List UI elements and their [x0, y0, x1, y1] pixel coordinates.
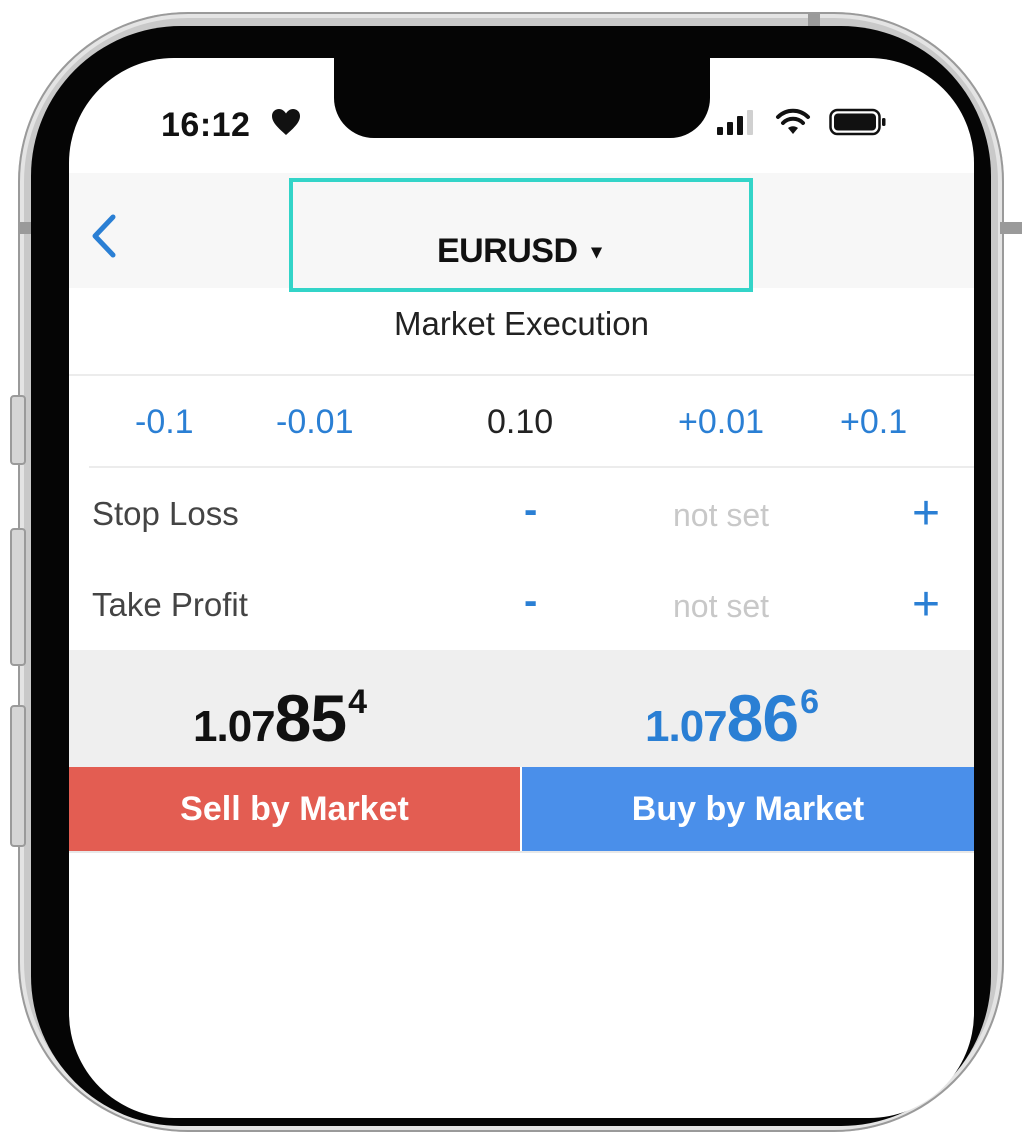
volume-up-button [10, 528, 26, 666]
volume-increase-small-button[interactable]: +0.01 [678, 403, 764, 442]
nav-bar: EURUSD ▾ [69, 173, 974, 288]
symbol-selector[interactable]: EURUSD ▾ [299, 232, 739, 271]
stop-loss-plus-button[interactable]: + [912, 490, 940, 538]
bid-price-pips: 85 [274, 681, 347, 755]
bid-price-prefix: 1.07 [193, 702, 276, 751]
sell-by-market-button[interactable]: Sell by Market [69, 767, 520, 851]
divider [69, 374, 974, 376]
bid-price: 1.07854 [193, 680, 367, 756]
symbol-name: EURUSD [436, 232, 578, 270]
ask-price: 1.07866 [645, 680, 819, 756]
dynamic-island [334, 58, 710, 138]
battery-icon [829, 108, 886, 136]
take-profit-minus-button[interactable]: - [524, 579, 537, 624]
status-icons [717, 108, 887, 136]
cellular-signal-icon [717, 110, 753, 135]
take-profit-plus-button[interactable]: + [912, 581, 940, 629]
volume-row: -0.1 -0.01 0.10 +0.01 +0.1 [69, 403, 974, 453]
caret-down-icon: ▾ [591, 241, 602, 263]
ask-price-fraction: 6 [800, 683, 819, 721]
back-chevron-icon[interactable] [83, 211, 123, 261]
buy-by-market-button[interactable]: Buy by Market [522, 767, 974, 851]
bid-price-fraction: 4 [348, 683, 367, 721]
volume-decrease-small-button[interactable]: -0.01 [276, 403, 354, 442]
ask-price-prefix: 1.07 [645, 702, 728, 751]
divider [89, 466, 974, 468]
mute-switch [10, 395, 26, 465]
stop-loss-label: Stop Loss [92, 495, 239, 532]
volume-value[interactable]: 0.10 [487, 403, 553, 442]
ask-price-pips: 86 [726, 681, 799, 755]
status-time: 16:12 [161, 106, 251, 144]
volume-decrease-large-button[interactable]: -0.1 [135, 403, 194, 442]
stop-loss-value[interactable]: not set [673, 497, 769, 534]
heart-icon [272, 109, 300, 135]
wifi-icon [776, 108, 810, 134]
volume-increase-large-button[interactable]: +0.1 [840, 403, 907, 442]
execution-mode-label[interactable]: Market Execution [69, 305, 974, 343]
volume-down-button [10, 705, 26, 847]
price-band: 1.07854 1.07866 [69, 650, 974, 767]
take-profit-value[interactable]: not set [673, 588, 769, 625]
phone-screen: 16:12 EURUSD ▾ Market Execution -0.1 -0.… [69, 58, 974, 1118]
take-profit-label: Take Profit [92, 586, 248, 623]
antenna-band [1000, 222, 1022, 234]
stop-loss-minus-button[interactable]: - [524, 488, 537, 533]
divider [69, 851, 974, 853]
